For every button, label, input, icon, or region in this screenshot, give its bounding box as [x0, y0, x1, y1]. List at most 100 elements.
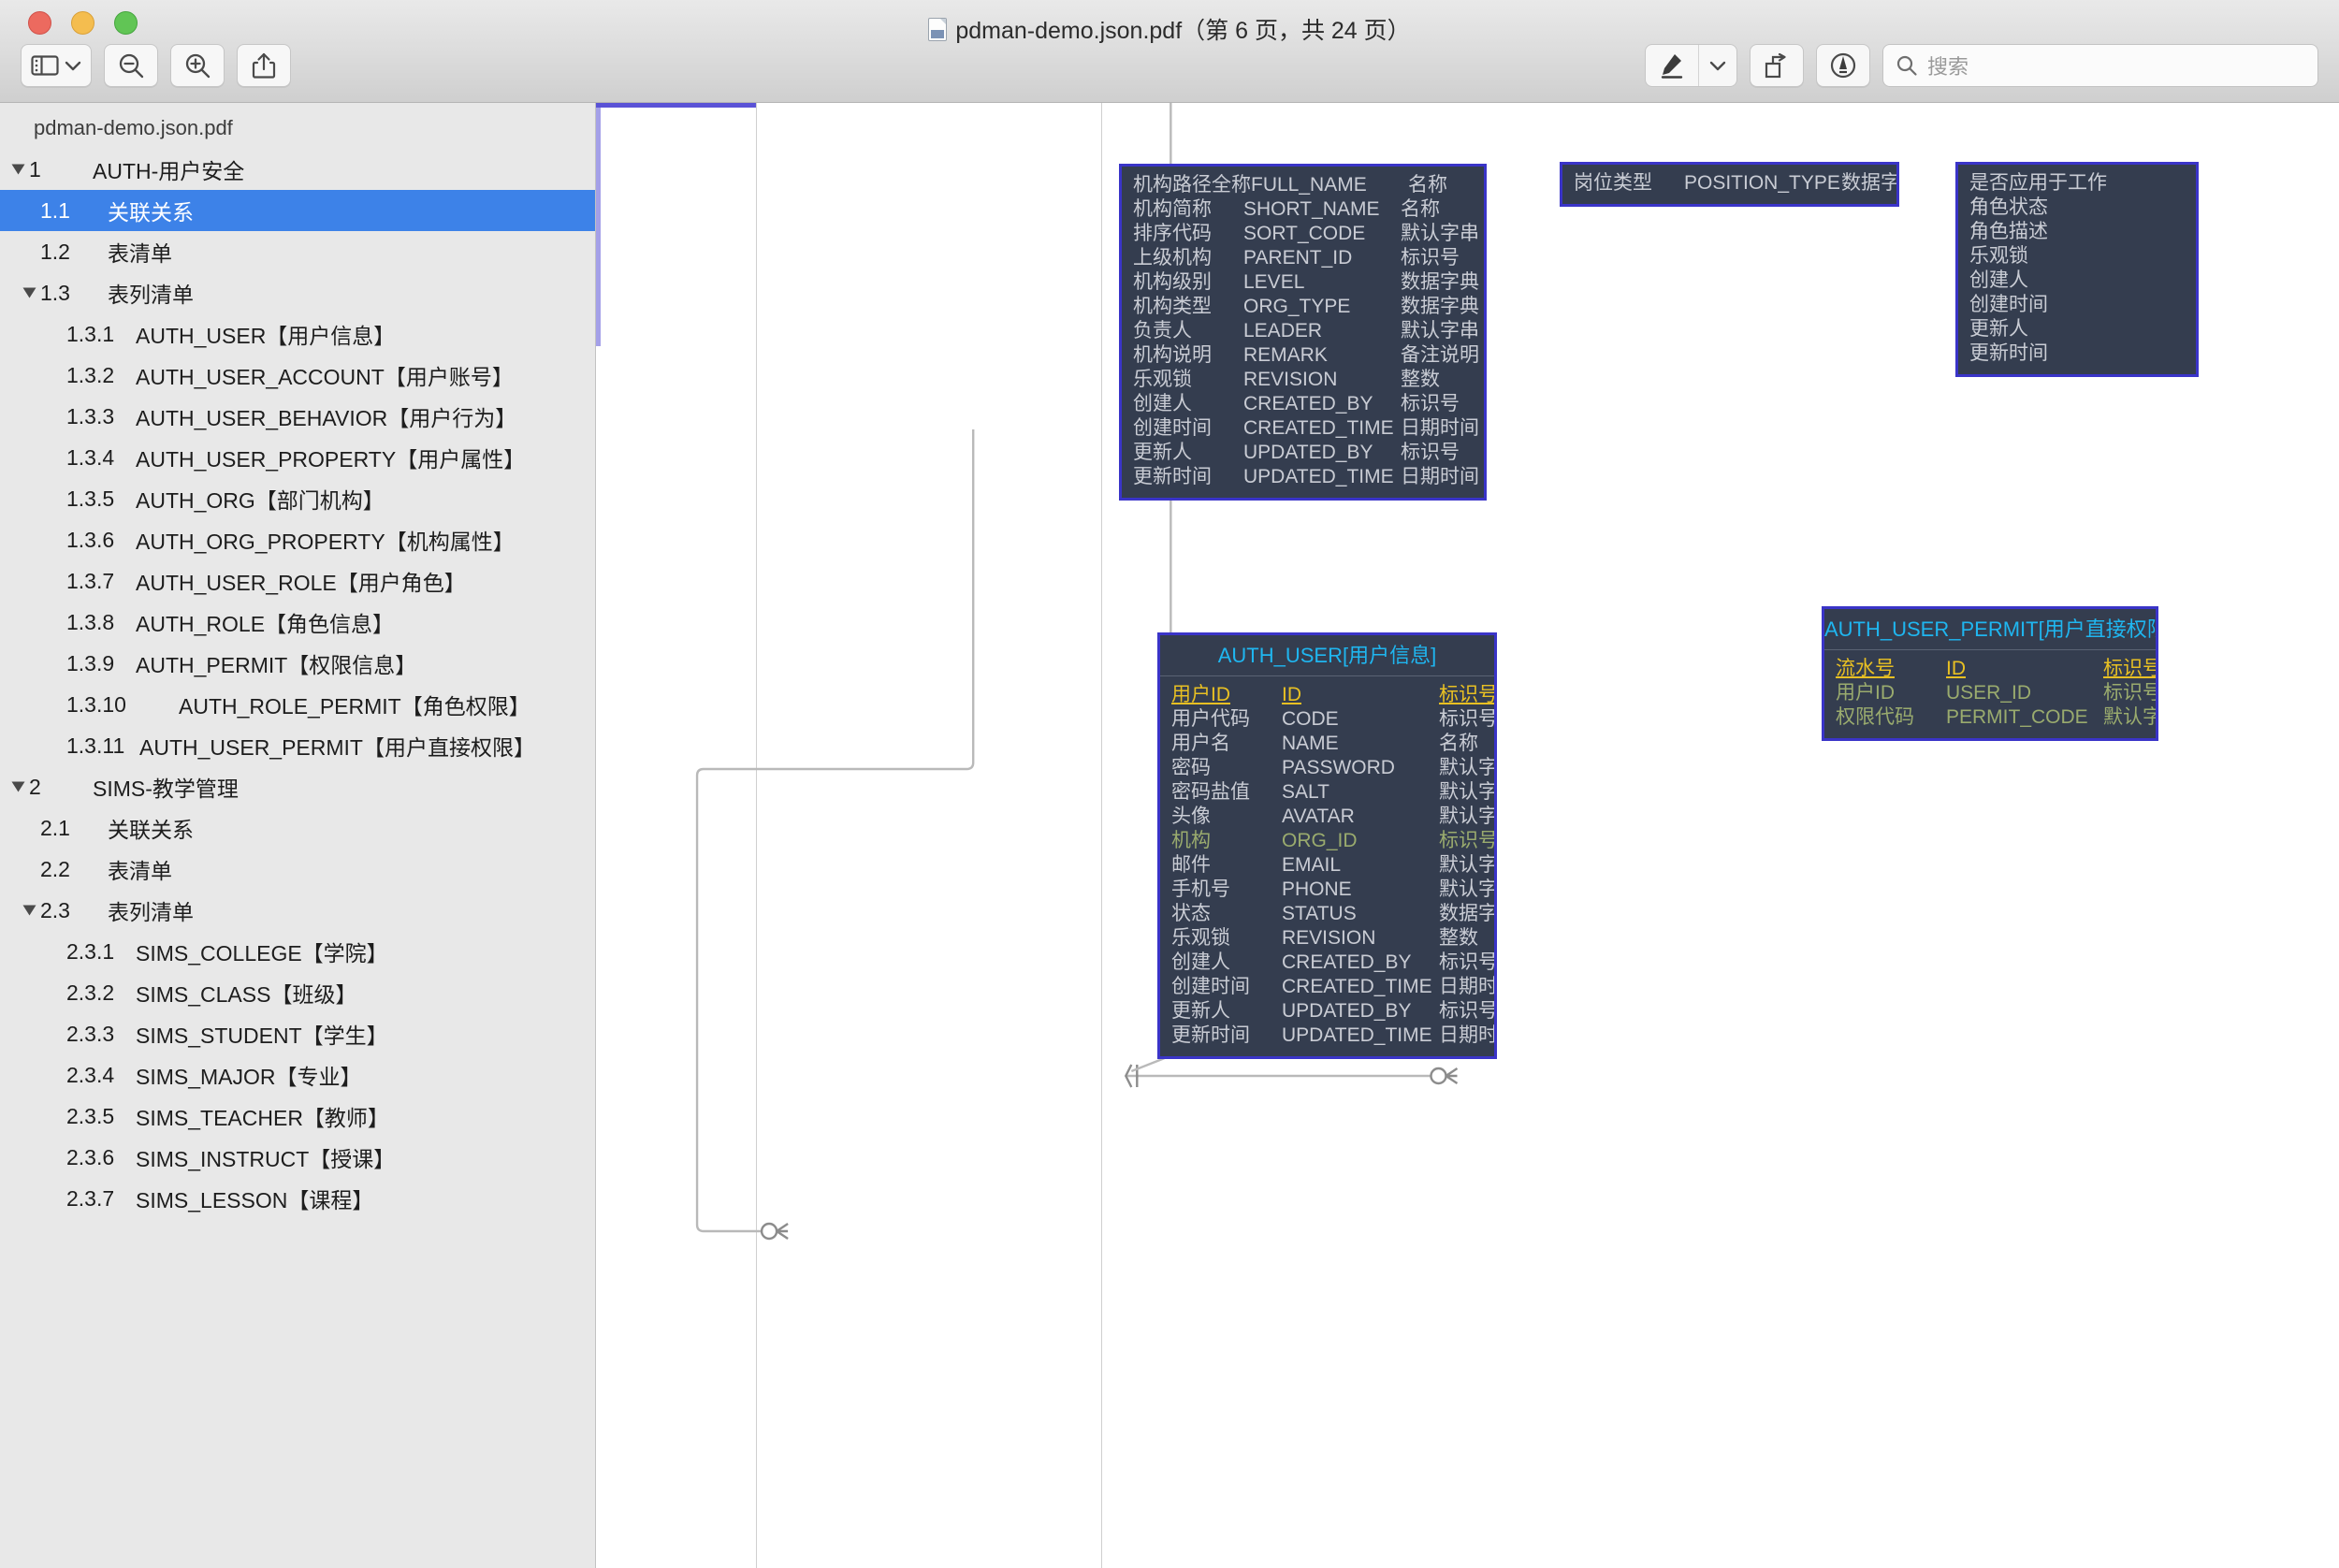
er-column-en: CREATED_BY — [1282, 951, 1412, 973]
outline-item-2-3-1[interactable]: 2.3.1 SIMS_COLLEGE【学院】 — [0, 931, 595, 972]
outline-item-number: 2.3.3 — [66, 1021, 115, 1046]
er-table-auth-user-permit[interactable]: AUTH_USER_PERMIT[用户直接权限] 流水号 ID 标识号 用户ID USER… — [1822, 606, 2158, 741]
outline-item-number: 1.3.9 — [66, 650, 115, 675]
minimize-button[interactable] — [71, 11, 94, 35]
outline-item-label: AUTH_ROLE_PERMIT【角色权限】 — [179, 694, 530, 719]
er-column-cn: 用户名 — [1171, 733, 1230, 754]
share-icon — [252, 52, 276, 79]
highlight-icon — [1830, 52, 1856, 79]
highlight-button[interactable] — [1816, 44, 1870, 87]
er-column-type: 数据字典 — [1841, 172, 1899, 194]
er-table-row: 更新人 UPDATED_BY 标识号 — [1122, 441, 1484, 465]
markup-pen-button[interactable] — [1646, 45, 1698, 86]
outline-item-label: SIMS_INSTRUCT【授课】 — [136, 1147, 396, 1171]
markup-dropdown-button[interactable] — [1698, 45, 1736, 86]
outline-item-1-3-10[interactable]: 1.3.10 AUTH_ROLE_PERMIT【角色权限】 — [0, 684, 595, 725]
share-button[interactable] — [237, 44, 291, 87]
er-table-auth-user[interactable]: AUTH_USER[用户信息]用户IDID标识号<PK>用户代码CODE标识号用… — [1157, 632, 1497, 1059]
er-column-en: REVISION — [1282, 927, 1376, 949]
maximize-button[interactable] — [114, 11, 138, 35]
er-table-rows: 是否应用于工作 角色状态 角色描述 乐观锁 创建人 创建时间 更新人 更新时间 — [1958, 165, 2196, 374]
er-table-row: 乐观锁 REVISION 整数 — [1122, 368, 1484, 392]
close-button[interactable] — [28, 11, 51, 35]
outline-item-1-3-9[interactable]: 1.3.9 AUTH_PERMIT【权限信息】 — [0, 643, 595, 684]
outline-item-number: 1.3.8 — [66, 609, 115, 634]
zoom-in-button[interactable] — [170, 44, 225, 87]
disclosure-triangle-icon[interactable] — [22, 287, 36, 298]
er-column-type: 标识号 — [1439, 708, 1497, 730]
outline-item-2-3[interactable]: 2.3 表列清单 — [0, 890, 595, 931]
outline-item-1-1[interactable]: 1.1 关联关系 — [0, 190, 595, 231]
outline-item-1-3-11[interactable]: 1.3.11 AUTH_USER_PERMIT【用户直接权限】 — [0, 725, 595, 766]
outline-item-2-1[interactable]: 2.1 关联关系 — [0, 807, 595, 849]
outline-item-1[interactable]: 1 AUTH-用户安全 — [0, 149, 595, 190]
er-table-auth-position[interactable]: 岗位类型 POSITION_TYPE数据字典 — [1560, 162, 1899, 207]
outline-item-1-3-8[interactable]: 1.3.8 AUTH_ROLE【角色信息】 — [0, 602, 595, 643]
er-column-type: 日期时间 — [1439, 976, 1497, 997]
er-column-type: 数据字典 — [1439, 903, 1497, 924]
disclosure-triangle-icon[interactable] — [11, 781, 25, 792]
outline-item-1-3-5[interactable]: 1.3.5 AUTH_ORG【部门机构】 — [0, 478, 595, 519]
er-table-row: 邮件 EMAIL 默认字串 — [1160, 853, 1494, 878]
outline-item-2-3-5[interactable]: 2.3.5 SIMS_TEACHER【教师】 — [0, 1096, 595, 1137]
er-column-type: 标识号 — [1401, 393, 1460, 414]
outline-item-1-3-2[interactable]: 1.3.2 AUTH_USER_ACCOUNT【用户账号】 — [0, 355, 595, 396]
pdf-page-canvas[interactable]: 机构路径全称 FULL_NAME 名称 机构简称 SHORT_NAME 名称 排序代码 SOR… — [596, 103, 2339, 1568]
outline-item-1-3-3[interactable]: 1.3.3 AUTH_USER_BEHAVIOR【用户行为】 — [0, 396, 595, 437]
er-table-row: 机构简称 SHORT_NAME 名称 — [1122, 197, 1484, 222]
er-table-auth-org[interactable]: 机构路径全称 FULL_NAME 名称 机构简称 SHORT_NAME 名称 排序代码 SOR… — [1119, 164, 1487, 501]
outline-item-1-3-6[interactable]: 1.3.6 AUTH_ORG_PROPERTY【机构属性】 — [0, 519, 595, 560]
markup-pen-icon — [1661, 54, 1683, 79]
outline-item-2-2[interactable]: 2.2 表清单 — [0, 849, 595, 890]
rotate-left-button[interactable] — [1750, 44, 1804, 87]
er-column-cn: 创建人 — [1969, 269, 2028, 291]
er-table-row: 状态 STATUS 数据字典 — [1160, 902, 1494, 926]
outline-item-2[interactable]: 2 SIMS-教学管理 — [0, 766, 595, 807]
er-table-row: 角色描述 — [1958, 220, 2196, 244]
er-column-cn: 乐观锁 — [1133, 369, 1192, 390]
outline-item-1-3[interactable]: 1.3 表列清单 — [0, 272, 595, 313]
outline-item-2-3-3[interactable]: 2.3.3 SIMS_STUDENT【学生】 — [0, 1013, 595, 1054]
er-table-row: 机构说明 REMARK 备注说明 — [1122, 343, 1484, 368]
disclosure-triangle-icon[interactable] — [22, 905, 36, 916]
outline-sidebar[interactable]: pdman-demo.json.pdf 1 AUTH-用户安全 1.1 关联关系 1.2… — [0, 103, 596, 1568]
er-column-cn: 是否应用于工作 — [1969, 172, 2107, 194]
er-column-en: NAME — [1282, 733, 1339, 754]
outline-item-label: 表清单 — [108, 241, 172, 266]
er-column-cn: 机构简称 — [1133, 198, 1212, 220]
er-column-type: 数据字典 — [1401, 271, 1479, 293]
er-column-cn: 密码盐值 — [1171, 781, 1250, 803]
disclosure-triangle-icon[interactable] — [11, 164, 25, 175]
er-column-en: LEVEL — [1243, 271, 1305, 293]
outline-item-1-3-7[interactable]: 1.3.7 AUTH_USER_ROLE【用户角色】 — [0, 560, 595, 602]
er-column-cn: 头像 — [1171, 806, 1211, 827]
preview-window: pdman-demo.json.pdf（第 6 页，共 24 页） 搜索 pdm… — [0, 0, 2339, 1568]
outline-item-2-3-6[interactable]: 2.3.6 SIMS_INSTRUCT【授课】 — [0, 1137, 595, 1178]
er-column-cn: 状态 — [1171, 903, 1211, 924]
er-table-auth-role[interactable]: 是否应用于工作 角色状态 角色描述 乐观锁 创建人 创建时间 更新人 更新时间 — [1955, 162, 2199, 377]
er-column-en: ORG_ID — [1282, 830, 1358, 851]
outline-item-label: SIMS_MAJOR【专业】 — [136, 1065, 362, 1089]
outline-item-1-3-4[interactable]: 1.3.4 AUTH_USER_PROPERTY【用户属性】 — [0, 437, 595, 478]
er-column-en: PARENT_ID — [1243, 247, 1353, 269]
outline-item-1-3-1[interactable]: 1.3.1 AUTH_USER【用户信息】 — [0, 313, 595, 355]
er-column-en: SHORT_NAME — [1243, 198, 1380, 220]
zoom-out-button[interactable] — [104, 44, 158, 87]
chevron-down-icon — [65, 61, 81, 71]
outline-list[interactable]: 1 AUTH-用户安全 1.1 关联关系 1.2 表清单 1.3 表列清单 1.3.1 AUTH_… — [0, 149, 595, 1219]
traffic-lights — [28, 11, 138, 35]
er-column-en: STATUS — [1282, 903, 1357, 924]
outline-item-2-3-7[interactable]: 2.3.7 SIMS_LESSON【课程】 — [0, 1178, 595, 1219]
outline-item-2-3-2[interactable]: 2.3.2 SIMS_CLASS【班级】 — [0, 972, 595, 1013]
search-field[interactable]: 搜索 — [1882, 44, 2318, 87]
sidebar-toggle-button[interactable] — [21, 44, 92, 87]
outline-item-1-2[interactable]: 1.2 表清单 — [0, 231, 595, 272]
er-column-cn: 用户代码 — [1171, 708, 1250, 730]
pdf-file-icon — [928, 17, 948, 41]
er-table-row: 上级机构 PARENT_ID 标识号 — [1122, 246, 1484, 270]
er-column-en: EMAIL — [1282, 854, 1342, 876]
outline-item-2-3-4[interactable]: 2.3.4 SIMS_MAJOR【专业】 — [0, 1054, 595, 1096]
outline-item-number: 2.3.2 — [66, 980, 115, 1005]
markup-tools-group — [1645, 44, 1737, 87]
er-table-title: AUTH_USER_PERMIT[用户直接权限] — [1824, 609, 2156, 650]
